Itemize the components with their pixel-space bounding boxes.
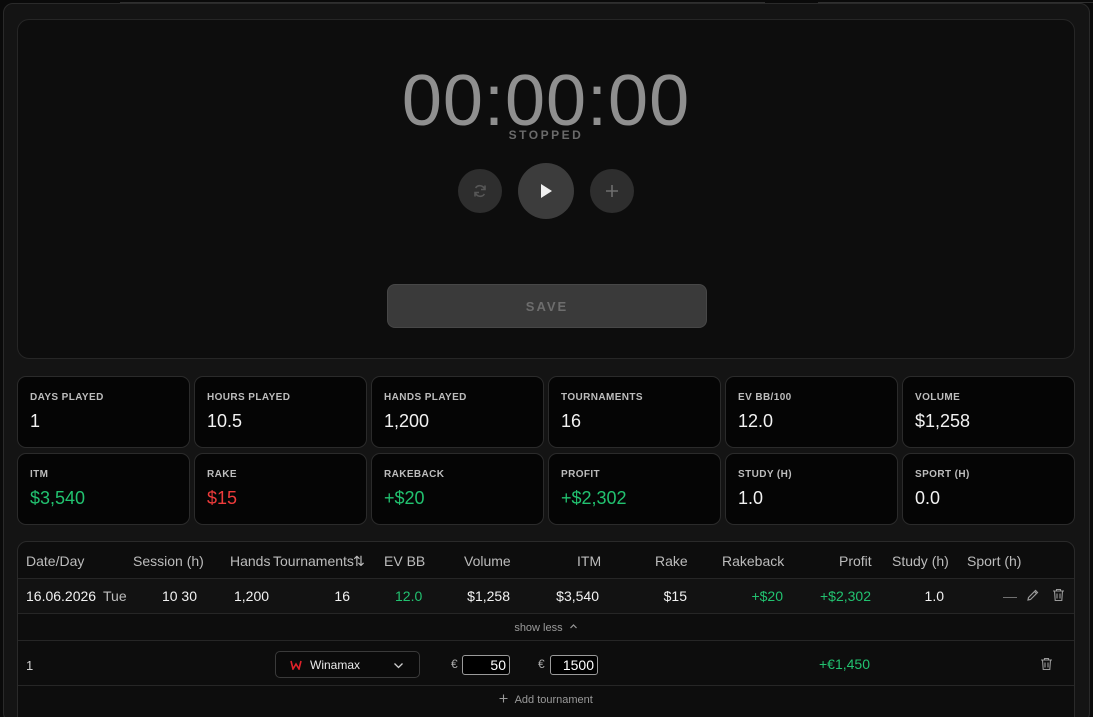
stat-label: STUDY (H) [738, 469, 792, 480]
row-rakeback: +$20 [751, 588, 783, 604]
stat-card-days-played: DAYS PLAYED 1 [17, 376, 190, 448]
add-tournament-label: Add tournament [514, 694, 593, 706]
row-tournaments: 16 [334, 588, 350, 604]
col-header-ev-bb[interactable]: EV BB [384, 553, 425, 569]
sort-icon[interactable]: ⇅ [353, 553, 365, 570]
tournaments-divider [18, 640, 1074, 641]
add-divider [18, 685, 1074, 686]
stat-card-hands-played: HANDS PLAYED 1,200 [371, 376, 544, 448]
stat-card-volume: VOLUME $1,258 [902, 376, 1075, 448]
buyin-currency: € [451, 657, 458, 671]
col-header-profit[interactable]: Profit [839, 553, 872, 569]
site-name: Winamax [310, 658, 361, 672]
stat-value: 16 [561, 411, 582, 431]
add-time-button[interactable] [590, 169, 634, 213]
row-itm: $3,540 [556, 588, 599, 604]
play-icon [541, 184, 552, 198]
trash-icon [1053, 588, 1064, 602]
edit-row-button[interactable] [1026, 588, 1040, 607]
stat-value: 0.0 [915, 488, 941, 508]
stat-label: ITM [30, 469, 49, 480]
stat-label: EV BB/100 [738, 392, 792, 403]
timer-card: 00:00:00 STOPPED SAVE [17, 19, 1075, 359]
chevron-up-icon [569, 624, 577, 629]
row-profit: +$2,302 [820, 588, 871, 604]
stat-label: HOURS PLAYED [207, 392, 291, 403]
stat-label: HANDS PLAYED [384, 392, 467, 403]
show-less-toggle[interactable]: show less [18, 622, 1074, 634]
stat-value: 1.0 [738, 488, 764, 508]
row-session: 10 30 [161, 588, 197, 604]
row-rake: $15 [663, 588, 687, 604]
stat-card-rake: RAKE $15 [194, 453, 367, 525]
col-header-rake[interactable]: Rake [655, 553, 688, 569]
row-divider [18, 613, 1074, 614]
cashout-input[interactable] [550, 655, 598, 675]
tournament-profit: +€1,450 [819, 656, 870, 672]
stat-value: $1,258 [915, 411, 971, 431]
plus-icon [606, 185, 618, 197]
reset-button[interactable] [458, 169, 502, 213]
stat-card-itm: ITM $3,540 [17, 453, 190, 525]
stat-value: 10.5 [207, 411, 243, 431]
stat-label: RAKEBACK [384, 469, 445, 480]
stat-label: PROFIT [561, 469, 601, 480]
stat-card-ev-bb-100: EV BB/100 12.0 [725, 376, 898, 448]
stat-label: RAKE [207, 469, 237, 480]
stat-card-profit: PROFIT +$2,302 [548, 453, 721, 525]
col-header-session[interactable]: Session (h) [133, 553, 204, 569]
col-header-volume[interactable]: Volume [464, 553, 511, 569]
plus-icon [499, 694, 508, 703]
save-button[interactable]: SAVE [387, 284, 707, 328]
refresh-icon [474, 184, 486, 198]
delete-row-button[interactable] [1052, 588, 1065, 607]
stat-value: +$2,302 [561, 488, 627, 508]
stat-label: SPORT (H) [915, 469, 970, 480]
add-tournament-button[interactable]: Add tournament [18, 694, 1074, 706]
play-button[interactable] [518, 163, 574, 219]
stat-card-rakeback: RAKEBACK +$20 [371, 453, 544, 525]
cashout-currency: € [538, 657, 545, 671]
row-hands: 1,200 [234, 588, 270, 604]
col-header-date[interactable]: Date/Day [26, 553, 84, 569]
row-sport: — [1003, 588, 1017, 604]
col-header-study[interactable]: Study (h) [892, 553, 949, 569]
row-day: Tue [103, 588, 127, 604]
trash-icon [1041, 657, 1052, 671]
stat-card-sport-h: SPORT (H) 0.0 [902, 453, 1075, 525]
stat-value: $3,540 [30, 488, 86, 508]
stat-card-hours-played: HOURS PLAYED 10.5 [194, 376, 367, 448]
stat-value: 1 [30, 411, 41, 431]
winamax-logo-icon [290, 660, 302, 670]
stat-value: +$20 [384, 488, 425, 508]
col-header-itm[interactable]: ITM [577, 553, 601, 569]
row-study: 1.0 [924, 588, 944, 604]
chevron-down-icon [394, 663, 403, 669]
timer-display: 00:00:00 [401, 61, 691, 141]
delete-tournament-button[interactable] [1040, 657, 1053, 676]
stat-value: 12.0 [738, 411, 774, 431]
stat-card-study-h: STUDY (H) 1.0 [725, 453, 898, 525]
row-date: 16.06.2026 [26, 588, 97, 604]
pencil-icon [1027, 589, 1039, 601]
col-header-rakeback[interactable]: Rakeback [722, 553, 784, 569]
show-less-label: show less [514, 622, 563, 634]
stat-label: TOURNAMENTS [561, 392, 643, 403]
tournament-index: 1 [26, 658, 34, 673]
col-header-sport[interactable]: Sport (h) [967, 553, 1021, 569]
timer-status: STOPPED [508, 128, 584, 142]
col-header-hands[interactable]: Hands [230, 553, 270, 569]
stat-value: $15 [207, 488, 238, 508]
site-select[interactable]: Winamax [275, 651, 420, 678]
stat-value: 1,200 [384, 411, 430, 431]
buyin-input[interactable] [462, 655, 510, 675]
row-volume: $1,258 [467, 588, 510, 604]
stat-label: VOLUME [915, 392, 961, 403]
sessions-table: Date/Day Session (h) Hands Tournaments ⇅… [17, 541, 1075, 717]
stat-label: DAYS PLAYED [30, 392, 104, 403]
row-ev-bb: 12.0 [395, 588, 423, 604]
stat-card-tournaments: TOURNAMENTS 16 [548, 376, 721, 448]
col-header-tournaments[interactable]: Tournaments [273, 553, 354, 569]
